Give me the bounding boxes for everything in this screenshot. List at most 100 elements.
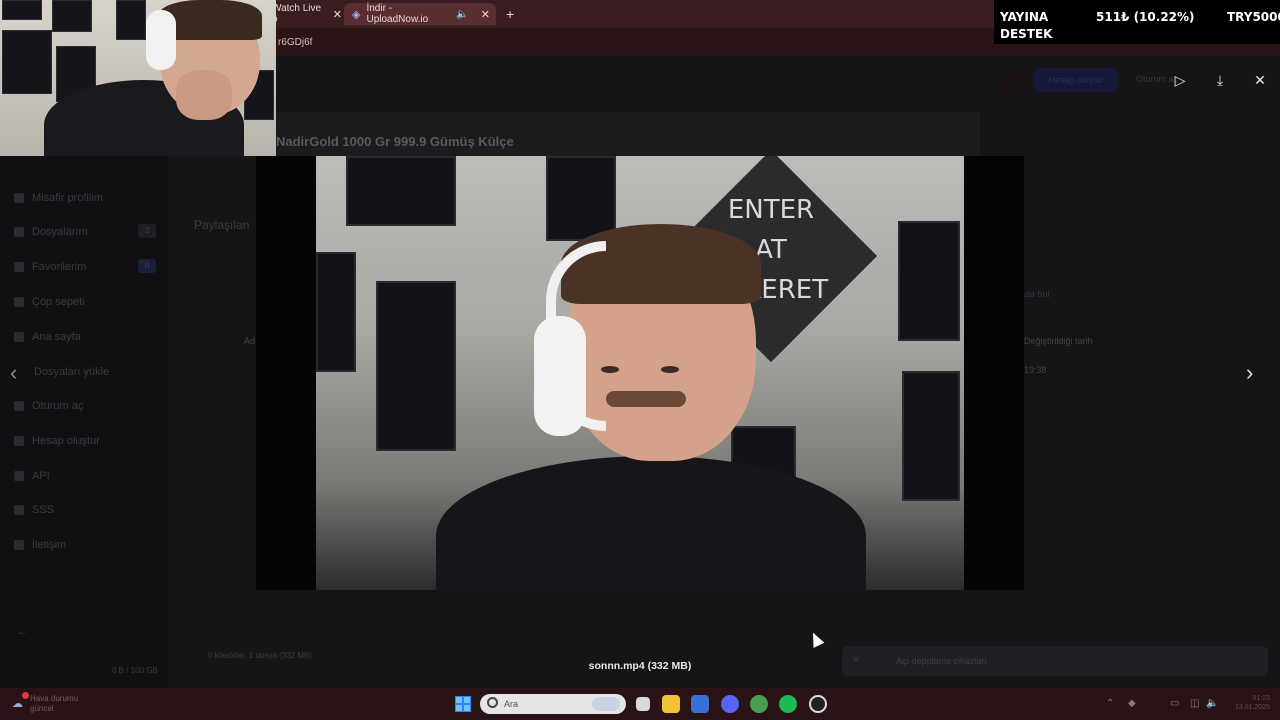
sidebar bbox=[0, 140, 168, 688]
register-button[interactable]: Hesap oluştur bbox=[1034, 68, 1118, 92]
sidebar-item-label: Oturum aç bbox=[32, 400, 84, 412]
sidebar-item-upload[interactable]: Dosyaları yükle bbox=[34, 366, 109, 378]
sidebar-item-label: İletişim bbox=[32, 539, 67, 551]
tab-watch-live[interactable]: Watch Live o ✕ bbox=[272, 3, 342, 25]
tab-uploadnow[interactable]: ◈ İndir - UploadNow.io 🔈 ✕ bbox=[344, 3, 496, 25]
donation-target: TRY5000 bbox=[1227, 10, 1280, 24]
person-body bbox=[436, 456, 866, 590]
close-icon[interactable]: ✕ bbox=[1248, 68, 1272, 92]
url-text: r6GDj6f bbox=[278, 37, 313, 48]
weather-label: Hava durumu bbox=[30, 694, 79, 703]
clock-time: 01:23 bbox=[1252, 695, 1270, 702]
file-caption: sonnn.mp4 (332 MB) bbox=[588, 660, 692, 672]
wall-poster bbox=[376, 281, 456, 451]
mail-icon bbox=[14, 540, 24, 550]
wall-poster bbox=[2, 30, 52, 94]
login-icon bbox=[14, 401, 24, 411]
sidebar-item-label: SSS bbox=[32, 504, 55, 516]
storage-usage: 0 B / 100 GB bbox=[112, 666, 158, 675]
wall-poster bbox=[898, 221, 960, 341]
speaker-icon[interactable]: 🔈 bbox=[456, 9, 468, 20]
viewer-title: NadirGold 1000 Gr 999.9 Gümüş Külçe bbox=[276, 134, 514, 149]
weather-widget[interactable]: Hava durumu güncel bbox=[30, 694, 78, 714]
clock[interactable]: 01:23 13.01.2025 bbox=[1226, 694, 1270, 712]
volume-icon[interactable]: 🔈 bbox=[1206, 698, 1218, 709]
folder-summary: 0 klasörler, 1 dosya (332 MB) bbox=[208, 651, 313, 660]
wall-poster bbox=[116, 0, 146, 40]
person-eye bbox=[661, 366, 679, 373]
webcam-overlay bbox=[0, 0, 276, 156]
keyboard-icon[interactable]: ▭ bbox=[1170, 698, 1179, 709]
task-view-icon[interactable] bbox=[636, 697, 650, 711]
tray-app-icon[interactable]: ◆ bbox=[1128, 698, 1136, 709]
sidebar-item-label: Dosyalarım bbox=[32, 226, 88, 238]
wall-poster bbox=[52, 0, 92, 32]
wall-poster bbox=[316, 252, 356, 372]
tab-label: İndir - UploadNow.io bbox=[366, 3, 429, 25]
sidebar-item-files[interactable]: Dosyalarım bbox=[14, 226, 88, 238]
search-hint[interactable]: ada bul bbox=[1020, 289, 1050, 299]
person-moustache bbox=[606, 391, 686, 407]
files-count-badge: 3 bbox=[138, 224, 156, 238]
video-frame[interactable]: ENTER AT FAKERET bbox=[316, 156, 964, 590]
sidebar-item-label: Misafir profilim bbox=[32, 192, 103, 204]
toast-text: Açı depolama cihazları bbox=[896, 656, 988, 666]
question-icon bbox=[14, 505, 24, 515]
close-icon[interactable]: ✕ bbox=[481, 8, 490, 21]
column-header-modified[interactable]: Değiştirildiği tarih bbox=[1024, 336, 1093, 346]
home-icon bbox=[14, 332, 24, 342]
chrome-icon[interactable] bbox=[750, 695, 768, 713]
clock-date: 13.01.2025 bbox=[1234, 704, 1270, 711]
sidebar-item-trash[interactable]: Çöp sepeti bbox=[14, 296, 85, 308]
uploadnow-favicon-icon: ◈ bbox=[352, 8, 361, 21]
wall-poster bbox=[546, 156, 616, 241]
donation-label-line1: YAYINA bbox=[1000, 10, 1049, 24]
wall-poster bbox=[2, 0, 42, 20]
trash-icon bbox=[14, 297, 24, 307]
sidebar-item-label: Favorilerim bbox=[32, 261, 87, 273]
search-icon bbox=[487, 697, 498, 708]
spotify-icon[interactable] bbox=[779, 695, 797, 713]
notification-badge bbox=[22, 692, 29, 699]
new-tab-button[interactable]: + bbox=[506, 6, 514, 22]
chevron-up-icon[interactable]: ⌃ bbox=[1106, 698, 1114, 709]
folder-icon bbox=[14, 227, 24, 237]
file-explorer-icon[interactable] bbox=[662, 695, 680, 713]
sidebar-item-register[interactable]: Hesap oluştur bbox=[14, 435, 100, 447]
warning-icon[interactable] bbox=[1000, 70, 1022, 92]
search-highlight-icon bbox=[592, 697, 620, 711]
windows-start-icon[interactable] bbox=[455, 696, 471, 712]
previous-arrow-icon[interactable]: ‹ bbox=[10, 360, 34, 388]
favorites-count-badge: 0 bbox=[138, 259, 156, 273]
next-arrow-icon[interactable]: › bbox=[1246, 360, 1270, 388]
sidebar-item-guest-profile[interactable]: Misafir profilim bbox=[14, 192, 103, 204]
gear-icon bbox=[14, 471, 24, 481]
sidebar-item-label: Hesap oluştur bbox=[32, 435, 100, 447]
column-header-name[interactable]: Ad bbox=[244, 336, 255, 346]
sidebar-item-api[interactable]: API bbox=[14, 470, 50, 482]
sidebar-item-login[interactable]: Oturum aç bbox=[14, 400, 83, 412]
download-icon[interactable]: ⤓ bbox=[1208, 68, 1232, 92]
sidebar-item-faq[interactable]: SSS bbox=[14, 504, 54, 516]
user-icon bbox=[14, 193, 24, 203]
shared-heading: Paylaşılan bbox=[194, 218, 250, 232]
discord-icon[interactable] bbox=[721, 695, 739, 713]
sidebar-item-favorites[interactable]: Favorilerim bbox=[14, 261, 86, 273]
sidebar-item-contact[interactable]: İletişim bbox=[14, 539, 66, 551]
arrow-left-icon[interactable]: ← bbox=[16, 624, 28, 638]
headphone-cup bbox=[534, 316, 586, 436]
star-icon bbox=[14, 262, 24, 272]
steam-icon[interactable] bbox=[809, 695, 827, 713]
file-row-time: 19:38 bbox=[1024, 365, 1047, 375]
sidebar-item-label: Dosyaları yükle bbox=[34, 366, 110, 378]
donation-label-line2: DESTEK bbox=[1000, 27, 1053, 41]
network-icon[interactable]: ◫ bbox=[1190, 698, 1199, 709]
sidebar-item-home[interactable]: Ana sayfa bbox=[14, 331, 81, 343]
close-icon[interactable]: ✕ bbox=[333, 8, 342, 21]
play-icon[interactable]: ▷ bbox=[1168, 68, 1192, 92]
wall-poster bbox=[902, 371, 960, 501]
close-icon[interactable]: ✕ bbox=[852, 655, 860, 666]
microsoft-store-icon[interactable] bbox=[691, 695, 709, 713]
streamer-hand bbox=[176, 70, 232, 120]
sidebar-item-label: Ana sayfa bbox=[32, 331, 81, 343]
